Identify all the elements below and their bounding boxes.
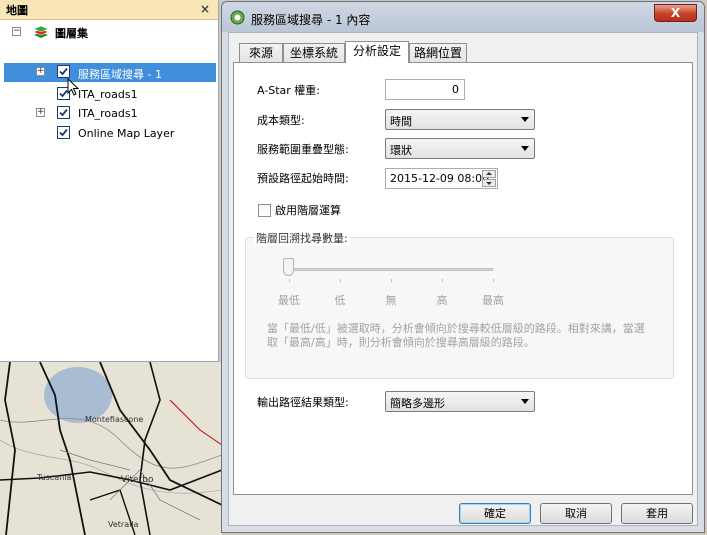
layer-label: ITA_roads1 — [78, 88, 138, 101]
slider-label-lowest: 最低 — [278, 294, 300, 307]
hierarchy-checkbox-label: 啟用階層運算 — [275, 204, 341, 217]
tab-analysis-settings[interactable]: 分析設定 — [345, 41, 409, 63]
astar-weight-input[interactable] — [385, 79, 465, 100]
tab-source[interactable]: 來源 — [239, 43, 283, 62]
collapse-icon[interactable]: − — [12, 27, 21, 36]
slider-tick — [493, 279, 494, 282]
output-type-label: 輸出路徑結果類型: — [257, 396, 349, 409]
layer-label: 服務區域搜尋 - 1 — [78, 68, 162, 81]
layer-label: ITA_roads1 — [78, 107, 138, 120]
hierarchy-checkbox-row[interactable]: 啟用階層運算 — [258, 202, 341, 218]
close-icon[interactable]: × — [198, 2, 212, 17]
group-title: 階層回溯找尋數量: — [254, 230, 350, 246]
start-time-value: 2015-12-09 08:00 — [390, 172, 490, 185]
slider-label-none: 無 — [385, 294, 397, 307]
layer-label: Online Map Layer — [78, 127, 175, 140]
start-time-picker[interactable]: 2015-12-09 08:00 — [385, 168, 498, 189]
hierarchy-search-group: 階層回溯找尋數量: 最低 低 無 高 最高 當「最低/低」被選取時，分析會傾向於… — [245, 230, 674, 379]
slider-tick — [391, 279, 392, 282]
hierarchy-checkbox[interactable] — [258, 203, 271, 217]
slider-tick — [340, 279, 341, 282]
spin-down-icon[interactable] — [482, 179, 496, 187]
panel-header: 地圖 × — [0, 0, 218, 20]
hierarchy-slider-thumb[interactable] — [283, 258, 294, 276]
layer-row-service-area[interactable]: + 服務區域搜尋 - 1 — [4, 63, 216, 82]
expand-icon[interactable]: + — [36, 67, 45, 76]
panel-title: 地圖 — [6, 3, 28, 17]
overlap-type-label: 服務範圍重疊型態: — [257, 143, 349, 156]
layer-checkbox[interactable] — [57, 106, 70, 119]
time-spinner[interactable] — [482, 170, 496, 187]
layers-icon — [33, 25, 49, 42]
cost-type-select[interactable]: 時間 — [385, 109, 535, 130]
cancel-button[interactable]: 取消 — [540, 503, 612, 524]
overlap-type-select[interactable]: 環狀 — [385, 138, 535, 159]
start-time-label: 預設路徑起始時間: — [257, 172, 349, 185]
map-place-label: Montefiascone — [85, 415, 143, 424]
cost-type-value: 時間 — [390, 115, 412, 128]
layer-checkbox[interactable] — [57, 65, 70, 78]
chevron-down-icon — [521, 146, 529, 151]
tree-root-row[interactable]: − 圖層集 — [0, 23, 218, 41]
chevron-down-icon — [521, 117, 529, 122]
properties-dialog: 服務區域搜尋 - 1 內容 X 來源 坐標系統 分析設定 路網位置 A-Star… — [221, 1, 705, 533]
astar-weight-label: A-Star 權重: — [257, 84, 321, 97]
ok-button[interactable]: 確定 — [459, 503, 531, 524]
spin-up-icon[interactable] — [482, 170, 496, 178]
close-button[interactable]: X — [654, 4, 697, 22]
analysis-settings-page: A-Star 權重: 成本類型: 時間 服務範圍重疊型態: 環狀 預設路徑起始時… — [233, 62, 693, 495]
layer-row-roads-sub[interactable]: ITA_roads1 — [0, 85, 218, 103]
output-type-select[interactable]: 簡略多邊形 — [385, 391, 535, 412]
dialog-titlebar[interactable]: 服務區域搜尋 - 1 內容 X — [222, 2, 704, 32]
layer-checkbox[interactable] — [57, 126, 70, 139]
slider-label-highest: 最高 — [482, 294, 504, 307]
map-place-label: Viterbo — [121, 475, 154, 485]
layer-row-online-map[interactable]: Online Map Layer — [0, 124, 218, 142]
tree-root-label: 圖層集 — [55, 27, 88, 40]
mouse-cursor-icon — [67, 77, 80, 99]
chevron-down-icon — [521, 399, 529, 404]
slider-tick — [442, 279, 443, 282]
layer-row-roads[interactable]: + ITA_roads1 — [0, 104, 218, 122]
slider-label-low: 低 — [334, 294, 346, 307]
dialog-title: 服務區域搜尋 - 1 內容 — [251, 13, 371, 27]
slider-label-high: 高 — [436, 294, 448, 307]
app-icon — [230, 10, 245, 25]
map-place-label: Vetralla — [108, 520, 139, 529]
overlap-type-value: 環狀 — [390, 144, 412, 157]
hierarchy-hint-text: 當「最低/低」被選取時，分析會傾向於搜尋較低層級的路段。相對來講，當選取「最高/… — [267, 322, 645, 349]
layer-panel: 地圖 × − 圖層集 + 服務區域搜尋 - 1 ITA_roads1 + ITA… — [0, 0, 219, 362]
dialog-body: 來源 坐標系統 分析設定 路網位置 A-Star 權重: 成本類型: 時間 服務… — [228, 32, 698, 526]
expand-icon[interactable]: + — [36, 108, 45, 117]
tab-network-location[interactable]: 路網位置 — [409, 43, 467, 62]
output-type-value: 簡略多邊形 — [390, 397, 445, 410]
cost-type-label: 成本類型: — [257, 114, 305, 127]
hierarchy-slider-track[interactable] — [289, 268, 493, 271]
tab-coordinate-system[interactable]: 坐標系統 — [283, 43, 345, 62]
map-place-label: Tuscania — [36, 473, 72, 482]
apply-button[interactable]: 套用 — [621, 503, 693, 524]
slider-tick — [289, 279, 290, 282]
